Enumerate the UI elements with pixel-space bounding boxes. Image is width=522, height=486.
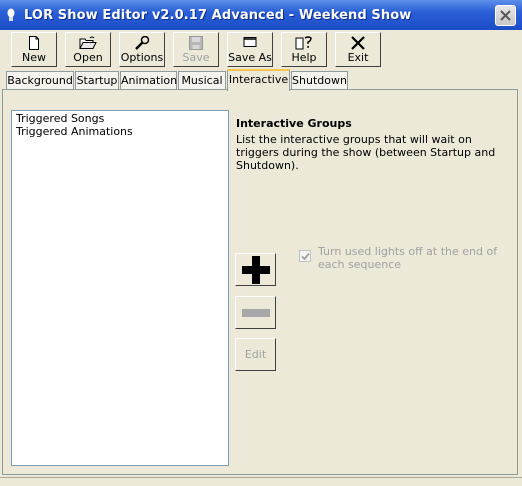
save-as-button[interactable]: Save As [227,32,273,67]
open-button[interactable]: Open [65,32,111,67]
options-label: Options [120,51,164,64]
tab-startup[interactable]: Startup [75,71,119,89]
tab-musical[interactable]: Musical [178,71,226,89]
checkmark-icon [301,252,310,261]
edit-label: Edit [244,348,267,361]
section-description: List the interactive groups that will wa… [236,133,496,172]
save-label: Save [182,51,210,64]
edit-button[interactable]: Edit [235,338,276,371]
help-button[interactable]: Help [281,32,327,67]
open-folder-icon [79,36,97,49]
tab-bar: Background Startup Animation Musical Int… [0,69,522,91]
lights-off-label: Turn used lights off at the end of each … [318,245,498,271]
groups-list[interactable]: Triggered Songs Triggered Animations [11,110,229,466]
add-button[interactable] [235,253,276,286]
list-item[interactable]: Triggered Songs [16,112,104,125]
remove-button[interactable] [235,296,276,329]
toolbar: New Open Options Save Save As Help Exit [0,30,522,70]
tab-background[interactable]: Background [6,71,74,89]
window-title: LOR Show Editor v2.0.17 Advanced - Weeke… [24,8,412,23]
options-button[interactable]: Options [119,32,165,67]
new-button[interactable]: New [11,32,57,67]
floppy-disk-icon [189,36,203,50]
tab-shutdown[interactable]: Shutdown [291,71,348,89]
list-item[interactable]: Triggered Animations [16,125,133,138]
add-icon [241,255,270,284]
open-label: Open [73,51,103,64]
save-button[interactable]: Save [173,32,219,67]
window-icon [243,37,257,47]
help-icon [295,36,312,50]
bulb-icon [7,8,15,21]
exit-label: Exit [347,51,369,64]
help-label: Help [291,51,317,64]
new-document-icon [29,36,39,50]
tab-interactive[interactable]: Interactive [227,69,290,91]
remove-icon [241,308,270,317]
close-button[interactable] [495,5,516,26]
title-bar[interactable]: LOR Show Editor v2.0.17 Advanced - Weeke… [0,0,522,30]
section-heading: Interactive Groups [236,117,352,130]
exit-button[interactable]: Exit [335,32,381,67]
new-label: New [22,51,46,64]
wrench-icon [135,36,150,50]
tab-animation[interactable]: Animation [120,71,177,89]
close-icon [500,10,511,21]
x-icon [351,36,365,50]
lights-off-checkbox[interactable] [299,250,311,262]
save-as-label: Save As [228,51,272,64]
